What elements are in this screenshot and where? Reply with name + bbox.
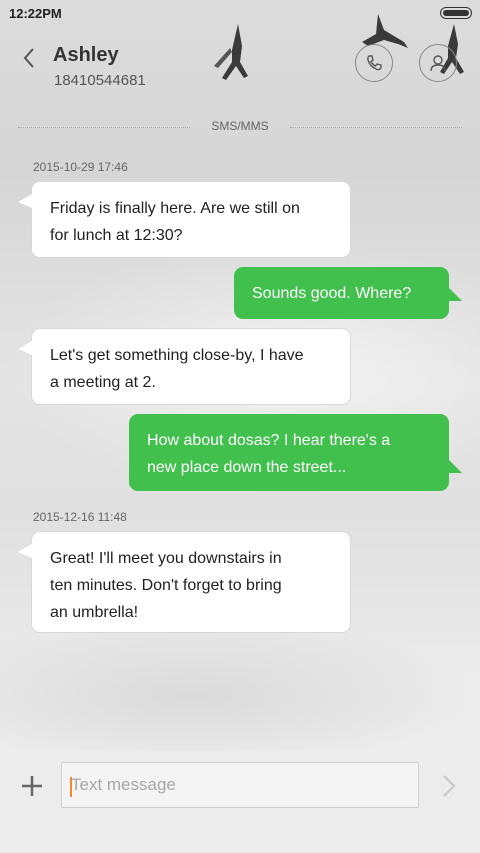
outgoing-message-bubble[interactable]: Sounds good. Where? <box>234 267 449 319</box>
chevron-left-icon[interactable] <box>18 46 42 70</box>
status-time: 12:22PM <box>9 6 62 21</box>
outgoing-message-bubble[interactable]: How about dosas? I hear there's a new pl… <box>129 414 449 491</box>
contact-details-button[interactable] <box>419 44 457 82</box>
bubble-tail <box>18 194 32 208</box>
status-bar: 12:22PM <box>0 0 480 28</box>
message-line: Great! I'll meet you downstairs in <box>50 550 282 567</box>
bubble-tail <box>18 341 32 355</box>
compose-bar <box>0 750 480 853</box>
message-line: ten minutes. Don't forget to bring <box>50 577 282 594</box>
message-input[interactable] <box>61 762 419 808</box>
call-button[interactable] <box>355 44 393 82</box>
channel-divider: SMS/MMS <box>18 119 462 135</box>
message-line: new place down the street... <box>147 459 347 476</box>
message-timestamp: 2015-10-29 17:46 <box>33 160 128 174</box>
message-line: Sounds good. Where? <box>252 285 412 302</box>
battery-full-icon <box>440 7 472 19</box>
incoming-message-bubble[interactable]: Friday is finally here. Are we still on … <box>31 181 351 258</box>
message-line: for lunch at 12:30? <box>50 227 183 244</box>
incoming-message-bubble[interactable]: Great! I'll meet you downstairs in ten m… <box>31 531 351 633</box>
message-line: Friday is finally here. Are we still on <box>50 200 300 217</box>
conversation-header: Ashley 18410544681 <box>0 28 480 106</box>
message-line: an umbrella! <box>50 604 139 621</box>
bubble-tail <box>448 459 462 473</box>
text-caret <box>70 777 72 797</box>
bubble-tail <box>448 287 462 301</box>
message-line: How about dosas? I hear there's a <box>147 432 391 449</box>
message-line: Let's get something close-by, I have <box>50 347 304 364</box>
contact-name: Ashley <box>53 44 119 66</box>
contact-number: 18410544681 <box>54 72 146 89</box>
plus-icon[interactable] <box>18 772 46 800</box>
chevron-right-icon[interactable] <box>436 772 462 800</box>
bubble-tail <box>18 544 32 558</box>
incoming-message-bubble[interactable]: Let's get something close-by, I have a m… <box>31 328 351 405</box>
message-timestamp: 2015-12-16 11:48 <box>33 510 127 524</box>
channel-label: SMS/MMS <box>211 119 269 133</box>
message-line: a meeting at 2. <box>50 374 156 391</box>
phone-icon <box>367 55 382 71</box>
person-icon <box>430 55 446 72</box>
